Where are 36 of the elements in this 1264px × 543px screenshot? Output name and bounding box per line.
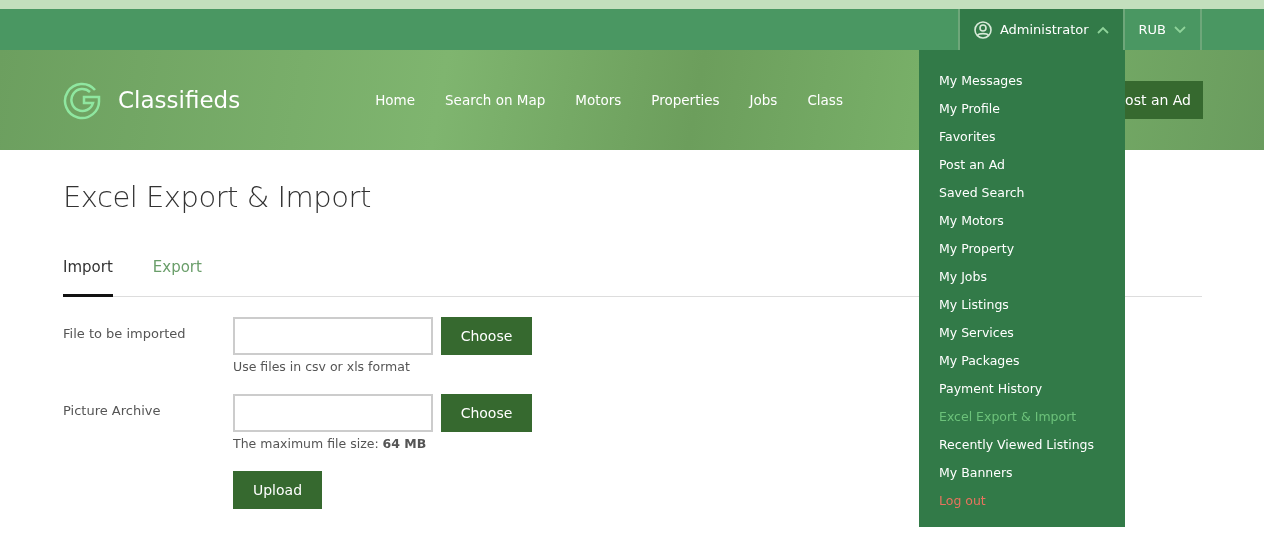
- choose-button[interactable]: Choose: [441, 394, 532, 432]
- upload-button[interactable]: Upload: [233, 471, 322, 509]
- menu-item[interactable]: My Messages: [939, 67, 1023, 95]
- menu-item[interactable]: Saved Search: [939, 179, 1025, 207]
- tab[interactable]: Export: [152, 250, 202, 297]
- menu-item[interactable]: My Jobs: [939, 263, 987, 291]
- user-icon: [973, 20, 992, 39]
- tab[interactable]: Import: [63, 250, 113, 297]
- site-logo[interactable]: Classifieds: [118, 87, 241, 113]
- nav-link[interactable]: Jobs: [734, 92, 793, 108]
- menu-item[interactable]: Payment History: [939, 375, 1043, 403]
- menu-item[interactable]: My Profile: [939, 95, 1001, 123]
- logo-icon: [62, 80, 102, 120]
- user-menu-button[interactable]: Administrator: [957, 9, 1123, 50]
- chevron-icon: [1096, 25, 1109, 34]
- menu-item[interactable]: Favorites: [939, 123, 996, 151]
- menu-item[interactable]: Recently Viewed Listings: [939, 431, 1094, 459]
- menu-item[interactable]: My Packages: [939, 347, 1020, 375]
- chevron-icon: [1174, 25, 1186, 34]
- nav-link[interactable]: Motors: [560, 92, 637, 108]
- file-field[interactable]: [233, 394, 433, 432]
- field-label: Picture Archive: [63, 402, 162, 420]
- menu-item[interactable]: My Listings: [939, 291, 1009, 319]
- menu-item[interactable]: My Property: [939, 235, 1015, 263]
- field-hint: The maximum file size: 64 MB: [233, 436, 427, 451]
- field-hint: Use files in csv or xls format: [233, 359, 410, 374]
- page-title: Excel Export & Import: [63, 180, 371, 214]
- menu-item[interactable]: My Motors: [939, 207, 1004, 235]
- menu-item[interactable]: My Services: [939, 319, 1014, 347]
- nav-link[interactable]: Class: [792, 92, 858, 108]
- file-field[interactable]: [233, 317, 433, 355]
- menu-item[interactable]: My Banners: [939, 459, 1013, 487]
- nav-link[interactable]: Properties: [636, 92, 735, 108]
- menu-item[interactable]: Post an Ad: [939, 151, 1005, 179]
- choose-button[interactable]: Choose: [441, 317, 532, 355]
- field-label: File to be imported: [63, 325, 187, 343]
